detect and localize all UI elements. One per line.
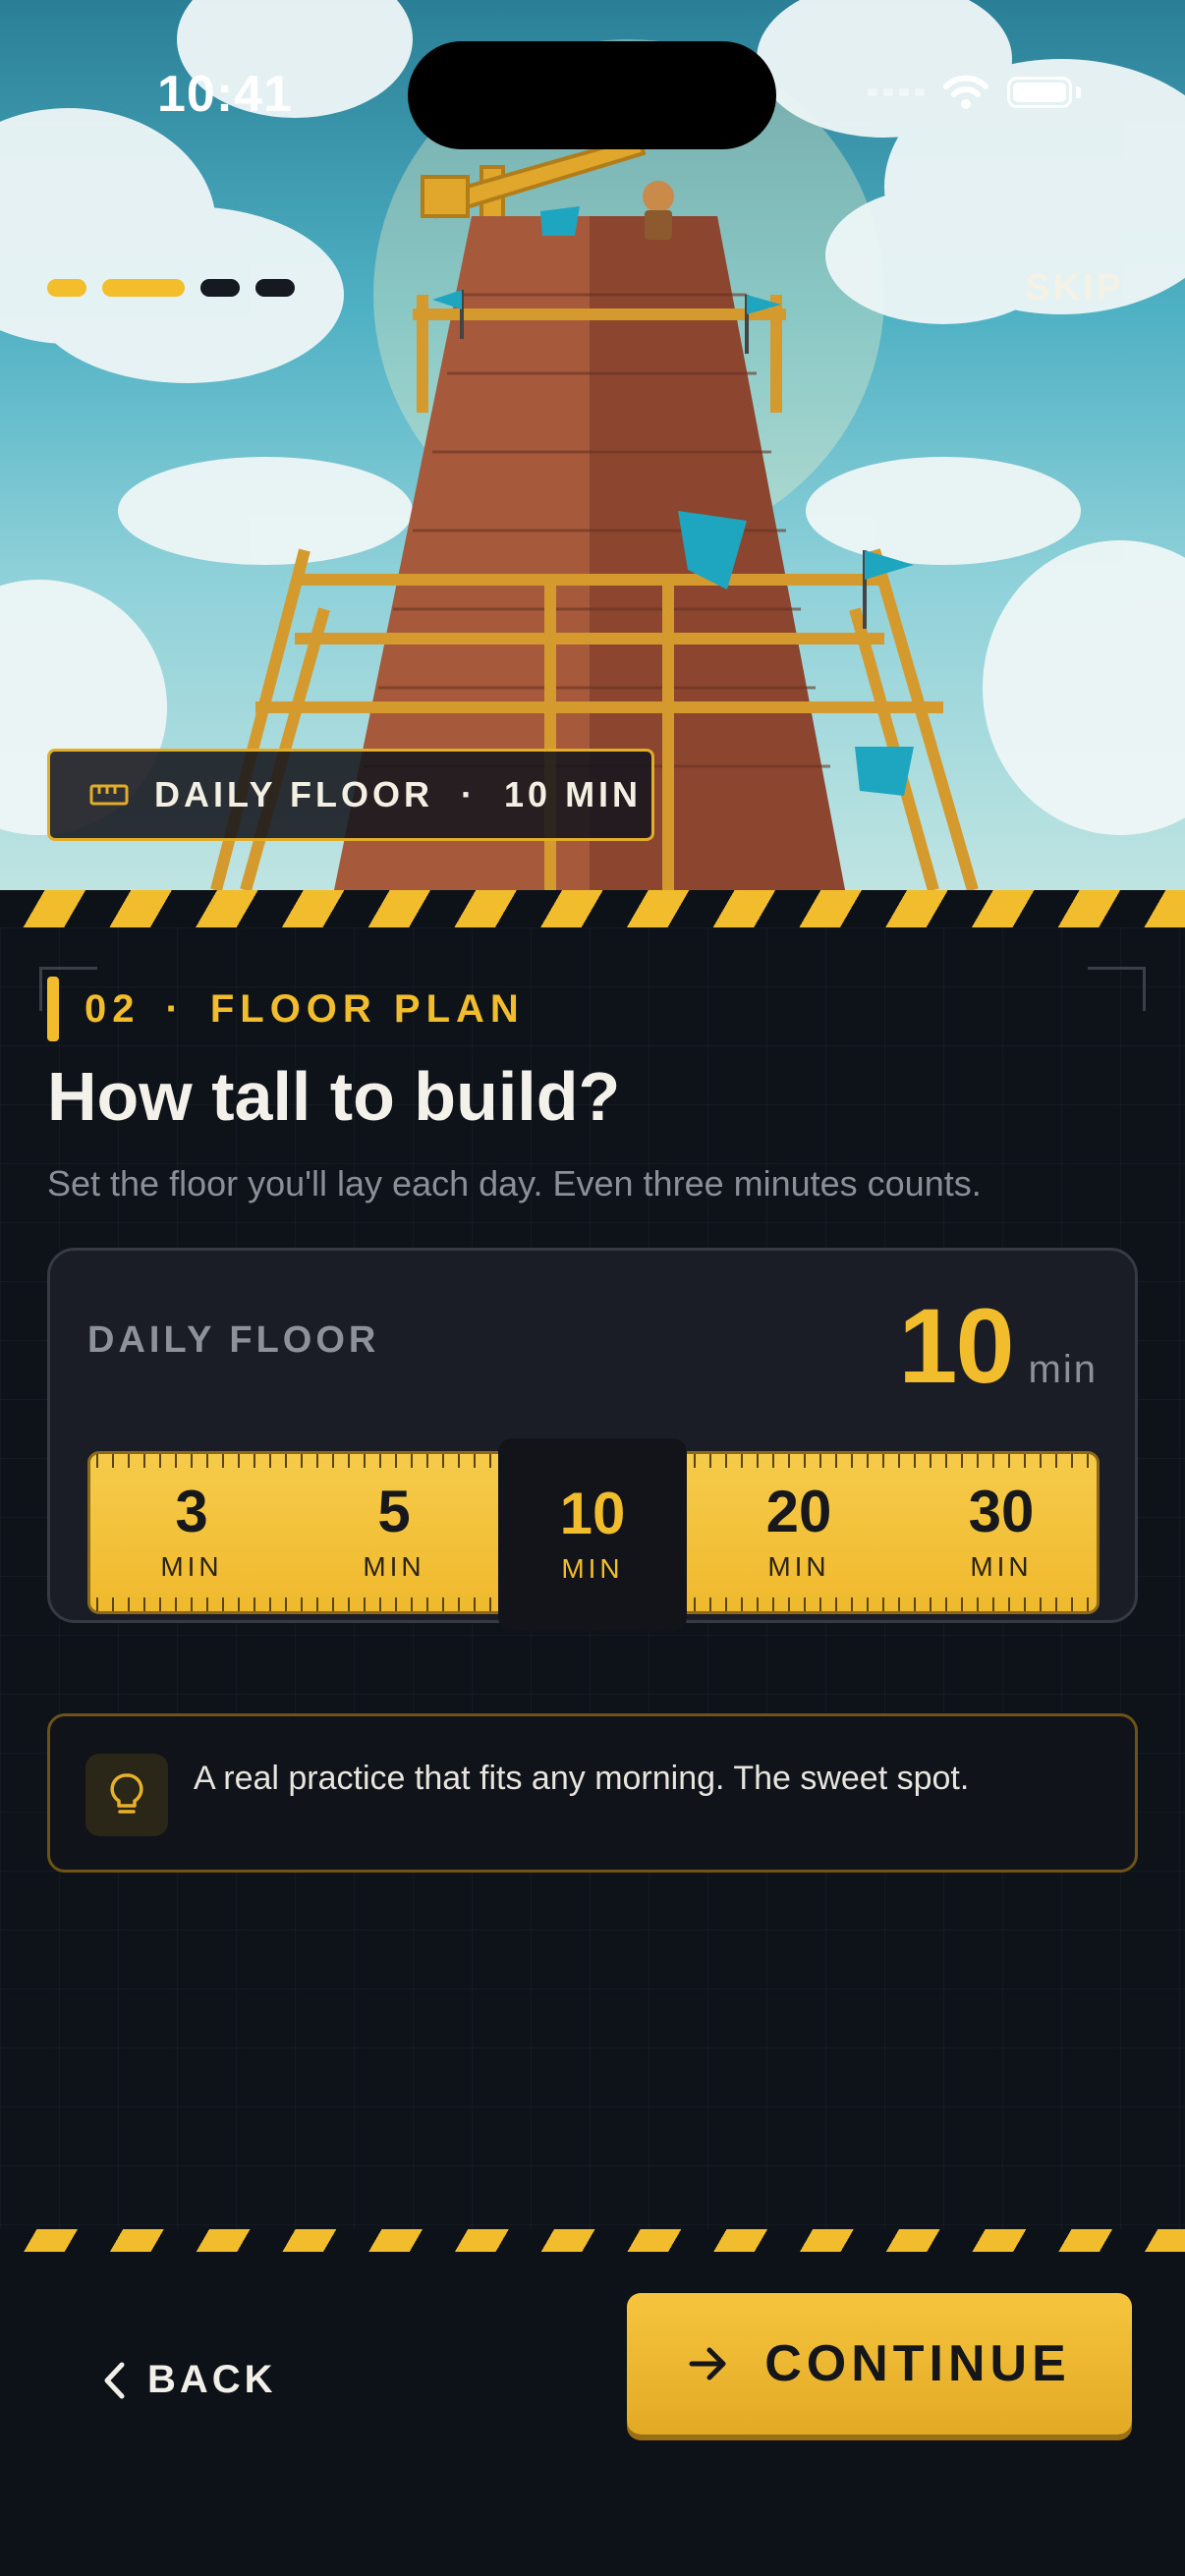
lightbulb-icon (85, 1754, 168, 1836)
bottom-navigation: BACK CONTINUE (0, 2252, 1185, 2576)
step-name: FLOOR PLAN (209, 986, 525, 1031)
option-value: 5 (377, 1479, 411, 1544)
continue-label: CONTINUE (764, 2335, 1071, 2392)
option-unit: MIN (363, 1551, 425, 1582)
wifi-icon (943, 75, 988, 109)
daily-floor-number: 10 (898, 1286, 1014, 1405)
hero-badge: DAILY FLOOR · 10 MIN (47, 749, 654, 841)
option-value: 20 (765, 1479, 832, 1544)
hero-badge-text: DAILY FLOOR · 10 MIN (154, 774, 643, 814)
status-time: 10:41 (157, 66, 293, 123)
ruler-icon (89, 784, 129, 806)
progress-step-2-current (102, 279, 185, 297)
option-unit: MIN (561, 1553, 624, 1584)
duration-option-30[interactable]: 30 MIN (900, 1454, 1102, 1611)
tip-text: A real practice that fits any morning. T… (194, 1760, 970, 1797)
step-separator: · (165, 986, 185, 1031)
option-unit: MIN (970, 1551, 1033, 1582)
daily-floor-label: DAILY FLOOR (87, 1319, 380, 1361)
battery-icon (1007, 77, 1072, 108)
tip-box: A real practice that fits any morning. T… (47, 1713, 1138, 1873)
option-unit: MIN (767, 1551, 830, 1582)
duration-option-20[interactable]: 20 MIN (698, 1454, 900, 1611)
duration-option-10-selected[interactable]: 10 MIN (498, 1438, 687, 1631)
back-label: BACK (147, 2358, 277, 2401)
dynamic-island (408, 41, 776, 149)
daily-floor-value: 10 min (898, 1284, 1098, 1407)
status-icons (868, 75, 1081, 110)
progress-step-3 (200, 279, 240, 297)
option-unit: MIN (160, 1551, 223, 1582)
progress-step-1 (47, 279, 86, 297)
daily-floor-unit: min (1028, 1348, 1098, 1391)
battery-cap (1076, 86, 1081, 98)
step-number: 02 (85, 986, 141, 1031)
hazard-stripe-bottom (0, 2229, 1185, 2253)
hazard-stripe-top (0, 890, 1185, 927)
step-indicator: 02 · FLOOR PLAN (47, 977, 525, 1041)
option-value: 10 (559, 1481, 626, 1546)
signal-icon (868, 88, 925, 96)
continue-button[interactable]: CONTINUE (627, 2293, 1132, 2435)
onboarding-progress (47, 279, 295, 297)
skip-button[interactable]: SKIP (1025, 267, 1124, 309)
duration-option-5[interactable]: 5 MIN (293, 1454, 495, 1611)
chevron-left-icon (104, 2362, 125, 2398)
corner-bracket-right (1088, 967, 1146, 1011)
daily-floor-card: DAILY FLOOR 10 min 3 MIN 5 MIN 10 MIN 20… (47, 1248, 1138, 1631)
option-value: 3 (175, 1479, 208, 1544)
main-content: 02 · FLOOR PLAN How tall to build? Set t… (0, 927, 1185, 2229)
page-subtitle: Set the floor you'll lay each day. Even … (47, 1163, 982, 1204)
option-value: 30 (968, 1479, 1035, 1544)
page-title: How tall to build? (47, 1058, 621, 1135)
progress-step-4 (255, 279, 295, 297)
arrow-right-icon (689, 2347, 726, 2380)
duration-option-3[interactable]: 3 MIN (90, 1454, 293, 1611)
duration-ruler-selector[interactable]: 3 MIN 5 MIN 10 MIN 20 MIN 30 MIN (87, 1438, 1102, 1631)
step-accent-bar (47, 977, 59, 1041)
back-button[interactable]: BACK (102, 2358, 277, 2402)
